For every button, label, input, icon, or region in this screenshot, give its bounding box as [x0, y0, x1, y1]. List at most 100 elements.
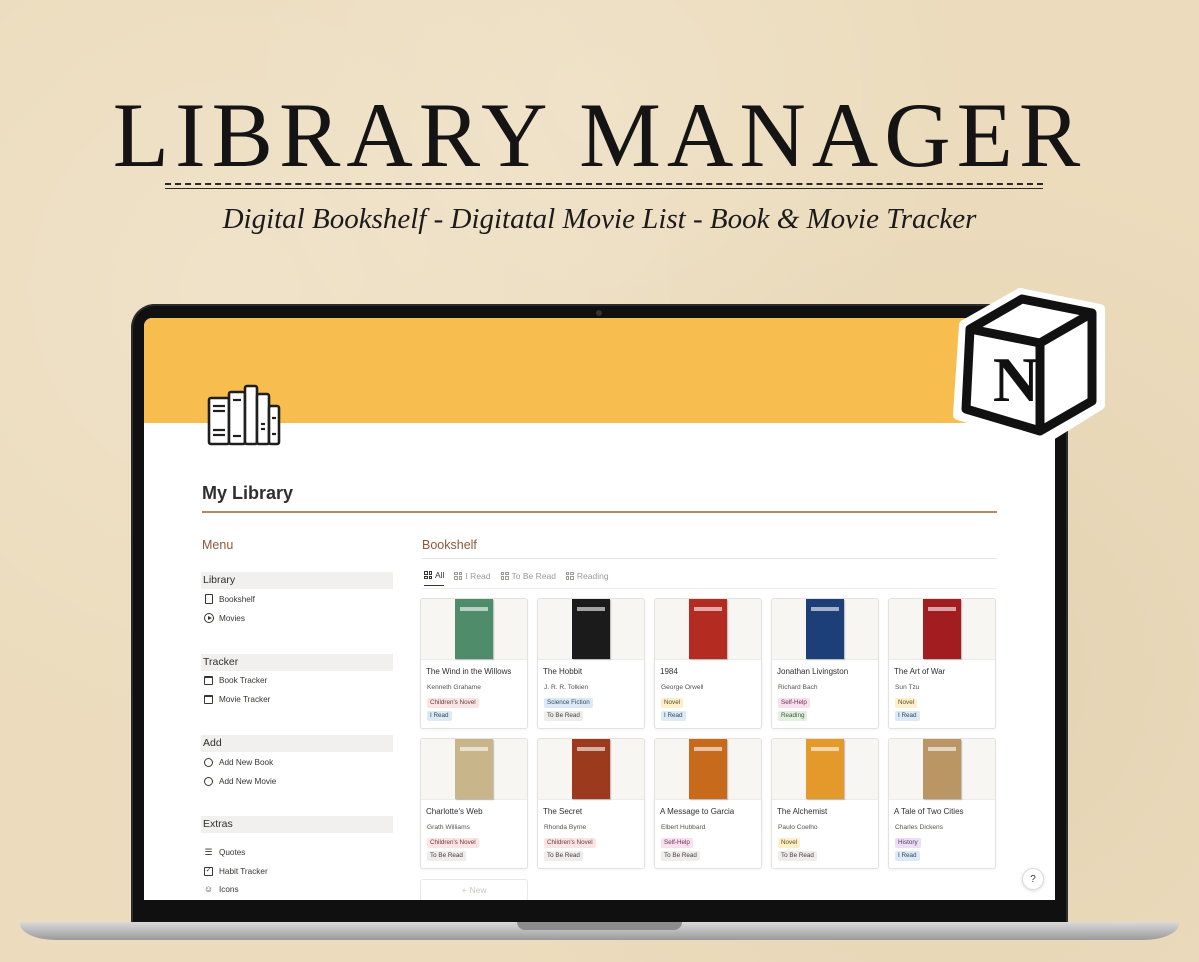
calendar-icon [203, 675, 214, 686]
help-button[interactable]: ? [1022, 868, 1044, 890]
sidebar-item-movie-tracker[interactable]: Movie Tracker [203, 691, 270, 707]
laptop-notch [517, 922, 682, 930]
status-tag: To Be Read [661, 851, 700, 861]
hero-divider [165, 183, 1043, 189]
status-tag: To Be Read [544, 851, 583, 861]
gallery-icon [454, 571, 463, 580]
status-tag: I Read [427, 711, 452, 721]
book-card[interactable]: The Wind in the Willows Kenneth Grahame Ch… [420, 598, 528, 729]
tab-to-be-read[interactable]: To Be Read [500, 570, 556, 586]
sidebar-item-bookshelf[interactable]: Bookshelf [203, 591, 255, 607]
book-cover-area [772, 739, 878, 800]
book-author: Grath Williams [427, 824, 470, 831]
checkbox-icon: ✓ [204, 866, 213, 876]
book-title: The Secret [543, 807, 583, 816]
book-author: Elbert Hubbard [661, 824, 706, 831]
tabs-divider [422, 588, 997, 589]
book-card[interactable]: Charlotte's Web Grath Williams Children's … [420, 738, 528, 869]
book-author: Charles Dickens [895, 824, 944, 831]
book-cover-image [923, 739, 961, 799]
book-author: J. R. R. Tolkien [544, 684, 589, 691]
sidebar-item-label: Movie Tracker [219, 694, 271, 704]
book-cover-area [772, 599, 878, 660]
sidebar-item-book-tracker[interactable]: Book Tracker [203, 672, 267, 688]
section-tracker: Tracker [201, 654, 393, 671]
book-author: Paulo Coelho [778, 824, 818, 831]
sidebar-item-label: Add New Book [219, 757, 274, 767]
circle-icon [203, 776, 214, 787]
book-cover-image [689, 739, 727, 799]
book-title: The Wind in the Willows [426, 667, 512, 676]
book-cover-image [806, 599, 844, 659]
tab-i-read[interactable]: I Read [454, 570, 491, 586]
book-cover-area [889, 739, 995, 800]
notion-page: My Library Menu Library Bookshelf Movies… [144, 318, 1055, 900]
book-title: The Hobbit [543, 667, 583, 676]
book-cover-area [421, 739, 527, 800]
tab-all[interactable]: All [424, 570, 445, 586]
smile-icon: ☺ [203, 884, 214, 894]
book-title: A Tale of Two Cities [894, 807, 964, 816]
book-card[interactable]: The Art of War Sun Tzu Novel I Read [888, 598, 996, 729]
sidebar-item-label: Habit Tracker [219, 866, 268, 876]
status-tag: Reading [778, 711, 808, 721]
section-extras: Extras [201, 816, 393, 833]
tab-reading[interactable]: Reading [565, 570, 609, 586]
section-add: Add [201, 735, 393, 752]
book-title: The Alchemist [777, 807, 828, 816]
book-cover-area [889, 599, 995, 660]
book-title: The Art of War [894, 667, 946, 676]
book-card[interactable]: The Secret Rhonda Byrne Children's Novel To… [537, 738, 645, 869]
section-library: Library [201, 572, 393, 589]
book-author: Rhonda Byrne [544, 824, 587, 831]
book-cover-image [572, 599, 610, 659]
hero-subtitle: Digital Bookshelf - Digitatal Movie List… [222, 203, 977, 235]
title-divider [202, 511, 997, 513]
book-card[interactable]: A Tale of Two Cities Charles Dickens Histo… [888, 738, 996, 869]
gallery-icon [565, 571, 574, 580]
sidebar-item-label: Bookshelf [219, 594, 255, 604]
sidebar-item-add-new-book[interactable]: Add New Book [203, 754, 273, 770]
list-icon: ☰ [204, 846, 213, 857]
book-cover-image [572, 739, 610, 799]
book-cover-image [455, 599, 493, 659]
gallery-icon [500, 571, 509, 580]
book-cover-image [806, 739, 844, 799]
sidebar-item-label: Book Tracker [219, 675, 268, 685]
bookshelf-heading: Bookshelf [422, 538, 477, 552]
book-icon [203, 594, 214, 605]
sidebar-item-movies[interactable]: Movies [203, 610, 245, 626]
new-book-button[interactable]: + New [420, 879, 528, 900]
book-card[interactable]: The Alchemist Paulo Coelho Novel To Be Read [771, 738, 879, 869]
menu-heading: Menu [202, 538, 234, 552]
status-tag: I Read [661, 711, 686, 721]
books-icon[interactable] [206, 384, 282, 448]
sidebar-item-icons[interactable]: ☺ Icons [203, 881, 239, 897]
book-card[interactable]: A Message to Garcia Elbert Hubbard Self-He… [654, 738, 762, 869]
book-author: Kenneth Grahame [427, 684, 481, 691]
bookshelf-divider [422, 558, 997, 559]
book-card[interactable]: Jonathan Livingston Richard Bach Self-Help… [771, 598, 879, 729]
laptop-camera [596, 310, 602, 316]
hero-title: LIBRARY MANAGER [112, 84, 1087, 186]
sidebar-item-add-new-movie[interactable]: Add New Movie [203, 773, 276, 789]
book-card[interactable]: 1984 George Orwell Novel I Read [654, 598, 762, 729]
sidebar-item-habit-tracker[interactable]: ✓ Habit Tracker [203, 863, 268, 879]
book-cover-area [538, 599, 644, 660]
book-card[interactable]: The Hobbit J. R. R. Tolkien Science Fictio… [537, 598, 645, 729]
book-author: Richard Bach [778, 684, 818, 691]
sidebar-item-label: Add New Movie [219, 776, 277, 786]
book-cover-image [923, 599, 961, 659]
status-tag: To Be Read [427, 851, 466, 861]
plus-icon: + [461, 885, 467, 895]
page-title: My Library [202, 483, 294, 503]
calendar-icon [203, 694, 214, 705]
book-title: A Message to Garcia [660, 807, 735, 816]
book-cover-image [689, 599, 727, 659]
book-cover-area [655, 599, 761, 660]
view-tabs: All I Read To Be Read Reading [424, 570, 619, 586]
sidebar-item-quotes[interactable]: ☰ Quotes [203, 844, 245, 860]
book-author: Sun Tzu [895, 684, 920, 691]
notion-logo-icon: N [953, 288, 1105, 445]
circle-icon [203, 757, 214, 768]
